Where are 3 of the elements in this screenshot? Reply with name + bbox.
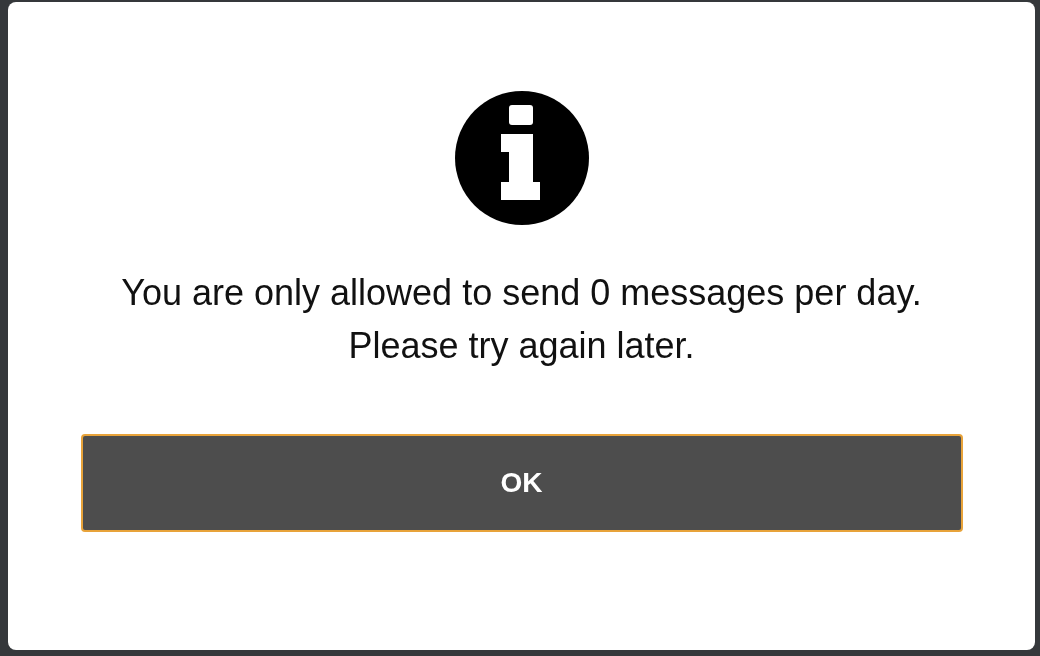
message-text: You are only allowed to send 0 messages per day. Please try again later. (120, 271, 923, 368)
ok-button[interactable]: OK (80, 434, 963, 532)
info-icon (453, 90, 590, 226)
